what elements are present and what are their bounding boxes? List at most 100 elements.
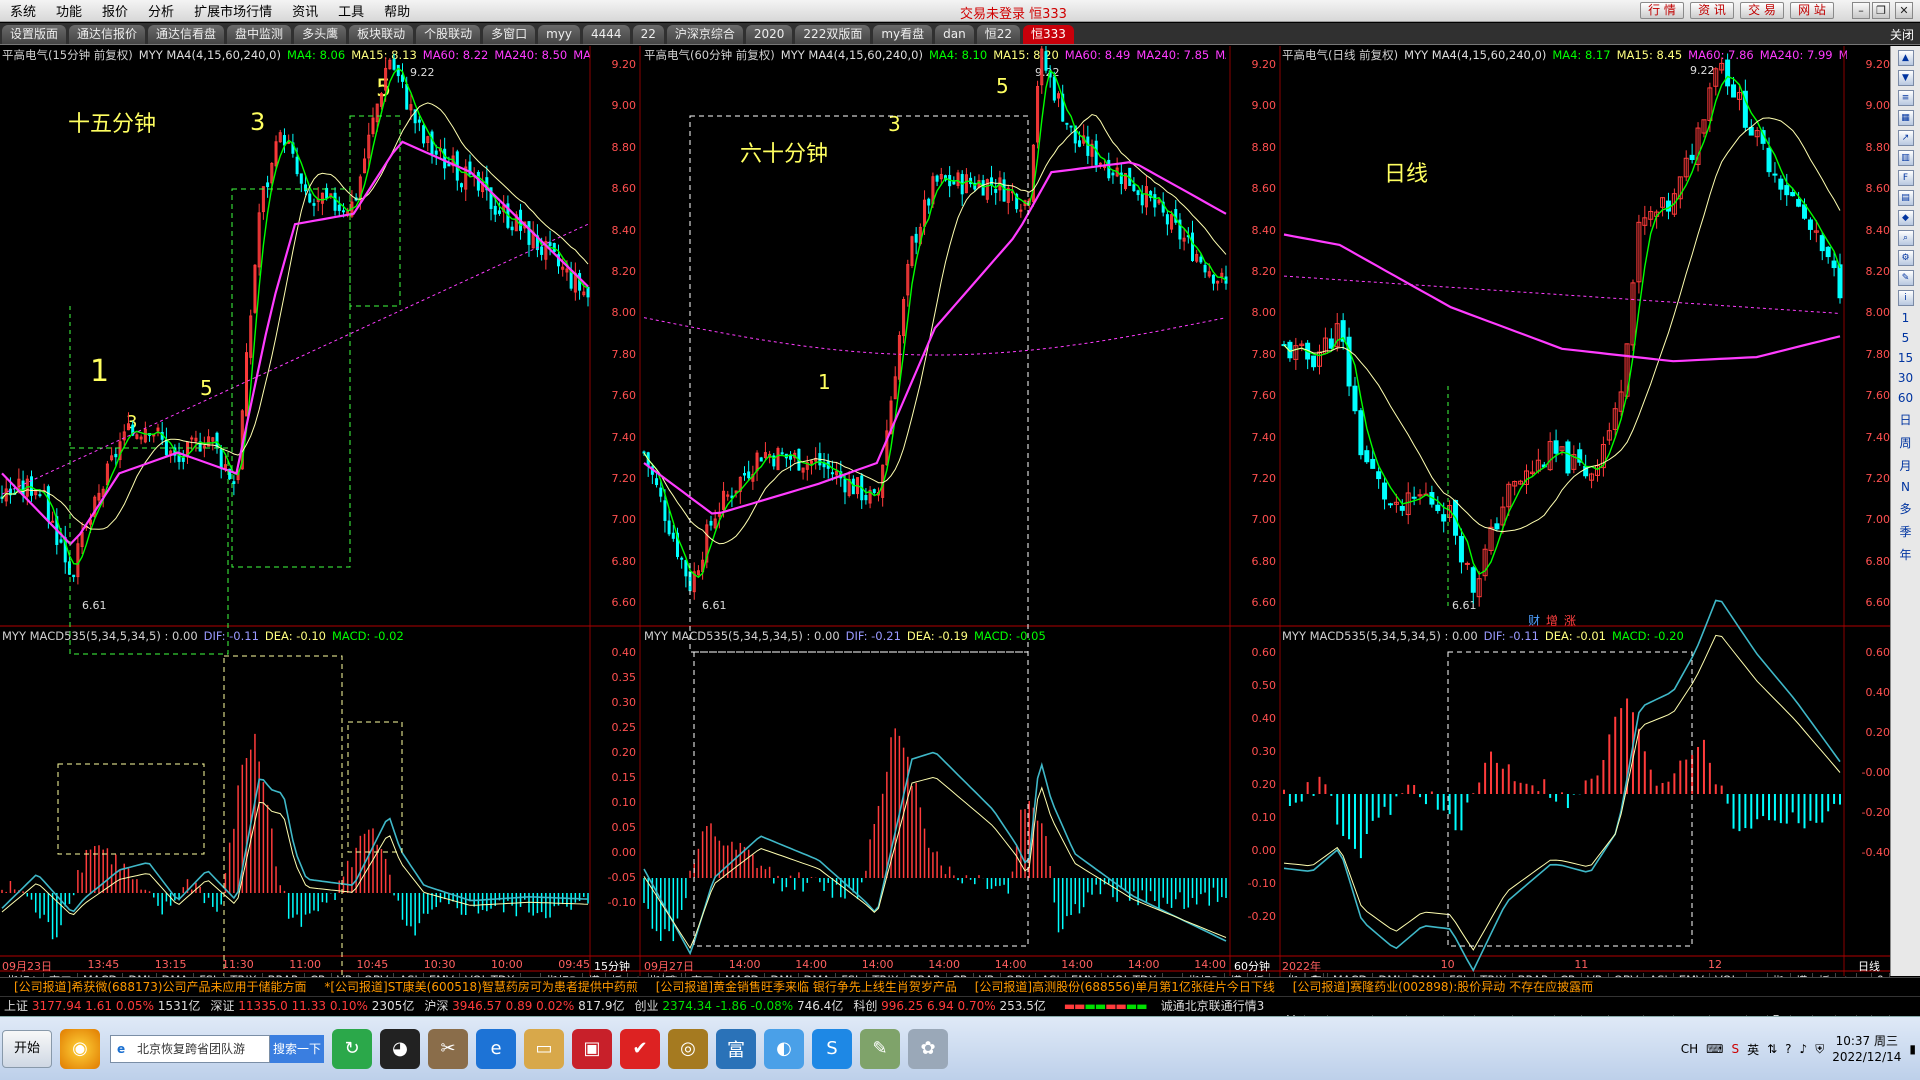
website-button[interactable]: 网 站 bbox=[1790, 2, 1834, 19]
period-multi[interactable]: 多 bbox=[1899, 500, 1911, 517]
index-kc[interactable]: 科创 996.25 6.94 0.70% 253.5亿 bbox=[853, 997, 1046, 1015]
tab-2020[interactable]: 2020 bbox=[745, 25, 793, 44]
tab-sector-link[interactable]: 板块联动 bbox=[349, 25, 414, 44]
tab-multi-window[interactable]: 多窗口 bbox=[483, 25, 536, 44]
menu-item-quote[interactable]: 报价 bbox=[92, 1, 138, 20]
chart-canvas[interactable] bbox=[0, 46, 1890, 976]
period-30min[interactable]: 30 bbox=[1898, 371, 1913, 385]
tab-intraday-monitor[interactable]: 盘中监测 bbox=[227, 25, 292, 44]
tab-stock-link[interactable]: 个股联动 bbox=[416, 25, 481, 44]
menu-item-help[interactable]: 帮助 bbox=[374, 1, 420, 20]
tab-myy[interactable]: myy bbox=[538, 25, 581, 44]
menu-item-extended-market[interactable]: 扩展市场行情 bbox=[184, 1, 282, 20]
scissors-icon[interactable]: ✂ bbox=[428, 1028, 468, 1069]
minimize-icon[interactable]: – bbox=[1852, 2, 1870, 19]
restore-icon[interactable]: ❐ bbox=[1872, 2, 1890, 19]
period-label[interactable]: 60分钟 bbox=[1234, 958, 1270, 974]
tab-layout-settings[interactable]: 设置版面 bbox=[2, 25, 67, 44]
tab-tdx-watch[interactable]: 通达信看盘 bbox=[148, 25, 225, 44]
start-button[interactable]: 开始 bbox=[2, 1029, 52, 1068]
f10-icon[interactable]: F bbox=[1897, 170, 1914, 186]
app-refresh-icon[interactable]: ↻ bbox=[332, 1028, 372, 1069]
brokerage-app-icon[interactable]: ▣ bbox=[572, 1028, 612, 1069]
tab-my-watch[interactable]: my看盘 bbox=[873, 25, 933, 44]
period-60min[interactable]: 60 bbox=[1898, 391, 1913, 405]
index-cy[interactable]: 创业 2374.34 -1.86 -0.08% 746.4亿 bbox=[634, 997, 843, 1015]
arrow-down-icon[interactable]: ▼ bbox=[1897, 70, 1914, 86]
tab-heng333[interactable]: 恒333 bbox=[1022, 25, 1074, 44]
index-sz[interactable]: 深证 11335.0 11.33 0.10% 2305亿 bbox=[210, 997, 414, 1015]
tab-4444[interactable]: 4444 bbox=[583, 25, 630, 44]
close-layout-button[interactable]: 关闭 bbox=[1890, 26, 1914, 43]
sogou-tray-icon[interactable]: S bbox=[1731, 1042, 1739, 1056]
info-icon[interactable]: i bbox=[1897, 290, 1914, 306]
chart-bar-icon[interactable]: ▥ bbox=[1897, 150, 1914, 166]
arrow-up-icon[interactable]: ▲ bbox=[1897, 50, 1914, 66]
tab-dan[interactable]: dan bbox=[935, 25, 974, 44]
menu-item-news[interactable]: 资讯 bbox=[282, 1, 328, 20]
period-quarter[interactable]: 季 bbox=[1899, 523, 1911, 540]
info-button[interactable]: 资 讯 bbox=[1690, 2, 1734, 19]
sogou-icon[interactable]: S bbox=[812, 1028, 852, 1069]
tab-22[interactable]: 22 bbox=[632, 25, 664, 44]
network-icon[interactable]: ⇅ bbox=[1767, 1042, 1777, 1056]
show-desktop-icon[interactable]: ▮ bbox=[1909, 1042, 1916, 1056]
index-hs[interactable]: 沪深 3946.57 0.89 0.02% 817.9亿 bbox=[424, 997, 624, 1015]
tab-bull-eagle[interactable]: 多头鹰 bbox=[294, 25, 347, 44]
period-label[interactable]: 15分钟 bbox=[594, 958, 630, 974]
pen-icon[interactable]: ✎ bbox=[1897, 270, 1914, 286]
period-week[interactable]: 周 bbox=[1899, 434, 1911, 451]
index-sh[interactable]: 上证 3177.94 1.61 0.05% 1531亿 bbox=[4, 997, 200, 1015]
table-icon[interactable]: ▤ bbox=[1897, 190, 1914, 206]
bookmark-icon[interactable]: ◆ bbox=[1897, 210, 1914, 226]
period-month[interactable]: 月 bbox=[1899, 457, 1911, 474]
server-name[interactable]: 诚通北京联通行情3 bbox=[1161, 997, 1265, 1015]
period-year[interactable]: 年 bbox=[1899, 546, 1911, 563]
windows-orb-icon[interactable]: ◉ bbox=[60, 1028, 100, 1069]
keyboard-icon[interactable]: ⌨ bbox=[1706, 1042, 1723, 1056]
coin-app-icon[interactable]: ◎ bbox=[668, 1028, 708, 1069]
clock[interactable]: 10:37 周三 2022/12/14 bbox=[1832, 1033, 1901, 1065]
volume-icon[interactable]: ♪ bbox=[1800, 1042, 1808, 1056]
news-item[interactable]: [公司报道]赛隆药业(002898):股价异动 不存在应披露而 bbox=[1293, 980, 1593, 994]
menu-item-tools[interactable]: 工具 bbox=[328, 1, 374, 20]
ie-browser-icon[interactable]: e bbox=[476, 1028, 516, 1069]
paint-icon[interactable]: ✿ bbox=[908, 1028, 948, 1069]
news-item[interactable]: *[公司报道]ST康美(600518)智慧药房可为患者提供中药煎 bbox=[324, 980, 637, 994]
period-1min[interactable]: 1 bbox=[1902, 311, 1910, 325]
period-day[interactable]: 日 bbox=[1899, 411, 1911, 428]
shield-icon[interactable]: ⛨ bbox=[1815, 1042, 1824, 1057]
chat-app-icon[interactable]: ◐ bbox=[764, 1028, 804, 1069]
period-5min[interactable]: 5 bbox=[1902, 331, 1910, 345]
news-item[interactable]: [公司报道]黄金销售旺季来临 银行争先上线生肖贺岁产品 bbox=[656, 980, 957, 994]
trade-button[interactable]: 交 易 bbox=[1740, 2, 1784, 19]
close-window-icon[interactable]: ✕ bbox=[1895, 2, 1913, 19]
quote-button[interactable]: 行 情 bbox=[1640, 2, 1684, 19]
tab-tdx-quote[interactable]: 通达信报价 bbox=[69, 25, 146, 44]
grid-icon[interactable]: ▦ bbox=[1897, 110, 1914, 126]
tab-shsz-composite[interactable]: 沪深京综合 bbox=[666, 25, 743, 44]
period-15min[interactable]: 15 bbox=[1898, 351, 1913, 365]
period-label[interactable]: 日线 bbox=[1858, 958, 1880, 974]
help-icon[interactable]: ? bbox=[1785, 1042, 1791, 1056]
search-input[interactable]: e 北京恢复跨省团队游 bbox=[110, 1034, 270, 1063]
search-button[interactable]: 搜索一下 bbox=[270, 1034, 324, 1063]
fuyi-app-icon[interactable]: 富 bbox=[716, 1028, 756, 1069]
list-icon[interactable]: ≡ bbox=[1897, 90, 1914, 106]
chart-line-icon[interactable]: ↗ bbox=[1897, 130, 1914, 146]
news-item[interactable]: [公司报道]高测股份(688556)单月第1亿张硅片今日下线 bbox=[975, 980, 1275, 994]
menu-item-system[interactable]: 系统 bbox=[0, 1, 46, 20]
settings-icon[interactable]: ⚙ bbox=[1897, 250, 1914, 266]
period-n[interactable]: N bbox=[1901, 480, 1910, 494]
tdx-app-icon[interactable]: ✔ bbox=[620, 1028, 660, 1069]
search-icon[interactable]: ⌕ bbox=[1897, 230, 1914, 246]
menu-item-function[interactable]: 功能 bbox=[46, 1, 92, 20]
menu-item-analysis[interactable]: 分析 bbox=[138, 1, 184, 20]
ime-indicator[interactable]: CH bbox=[1681, 1042, 1698, 1056]
notepad-icon[interactable]: ✎ bbox=[860, 1028, 900, 1069]
news-item[interactable]: [公司报道]希获微(688173)公司产品未应用于储能方面 bbox=[14, 980, 307, 994]
tab-222-dual[interactable]: 222双版面 bbox=[795, 25, 871, 44]
tab-heng22[interactable]: 恒22 bbox=[976, 25, 1020, 44]
qq-penguin-icon[interactable]: ◕ bbox=[380, 1028, 420, 1069]
folder-icon[interactable]: ▭ bbox=[524, 1028, 564, 1069]
